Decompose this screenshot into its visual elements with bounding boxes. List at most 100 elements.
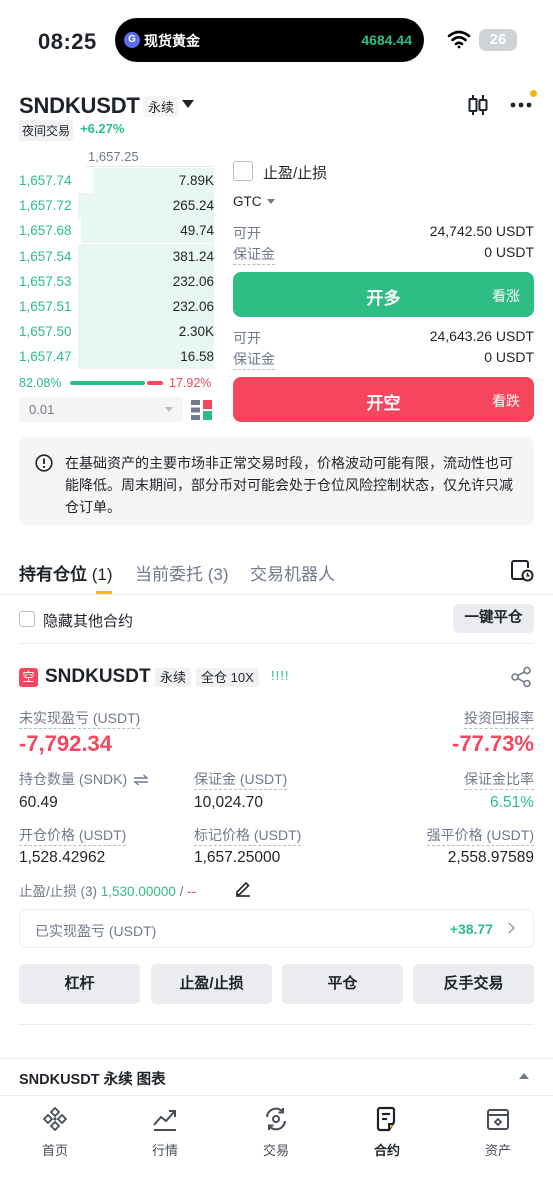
history-icon[interactable] — [510, 558, 534, 582]
entry-price-value: 1,528.42962 — [19, 849, 106, 866]
margin-ratio-label: 保证金比率 — [464, 769, 534, 790]
reverse-position-button[interactable]: 反手交易 — [413, 964, 534, 1004]
home-icon — [42, 1106, 68, 1132]
tab-positions-label: 持有仓位 — [19, 565, 87, 584]
nav-trade-label: 交易 — [262, 1143, 289, 1158]
edit-icon[interactable] — [234, 879, 252, 897]
chevron-down-icon[interactable] — [267, 199, 275, 204]
notification-dot — [530, 90, 537, 97]
orderbook-price: 1,657.74 — [19, 173, 72, 188]
orderbook-row[interactable]: 1,657.53 232.06 — [19, 268, 214, 294]
tab-trading-bots[interactable]: 交易机器人 — [250, 560, 335, 585]
more-icon[interactable] — [510, 102, 532, 108]
battery-indicator: 26 — [479, 29, 517, 51]
nav-markets[interactable]: 行情 — [110, 1096, 220, 1166]
buy-ratio: 82.08% — [19, 376, 62, 390]
unrealized-pnl-value: -7,792.34 — [19, 731, 112, 756]
bearish-label: 看跌 — [492, 393, 520, 409]
adl-indicator: !!!! — [271, 668, 290, 683]
chevron-right-icon — [503, 922, 515, 934]
chart-section-title[interactable]: SNDKUSDT 永续 图表 — [19, 1068, 166, 1089]
swap-icon[interactable] — [133, 774, 149, 786]
tab-positions[interactable]: 持有仓位 (1) — [19, 560, 113, 585]
orderbook-row[interactable]: 1,657.54 381.24 — [19, 243, 214, 269]
short-available-value: 24,643.26 USDT — [429, 328, 534, 344]
tpsl-checkbox[interactable] — [233, 161, 253, 181]
position-symbol[interactable]: SNDKUSDT — [45, 666, 151, 688]
divider — [86, 166, 214, 167]
nav-assets-label: 资产 — [484, 1143, 511, 1158]
divider — [0, 594, 553, 595]
tab-open-orders[interactable]: 当前委托 (3) — [135, 560, 229, 585]
candlestick-icon[interactable] — [467, 94, 489, 116]
nav-futures[interactable]: 合约 — [332, 1096, 442, 1166]
orderbook-price: 1,657.53 — [19, 273, 72, 289]
mark-price-label: 标记价格 (USDT) — [194, 825, 302, 846]
orderbook-quantity: 7.89K — [178, 173, 214, 188]
tpsl-label[interactable]: 止盈/止损 — [263, 162, 327, 183]
tab-open-orders-label: 当前委托 — [135, 565, 203, 584]
divider — [0, 1058, 553, 1059]
time-in-force-select[interactable]: GTC — [233, 194, 262, 209]
info-icon — [35, 454, 53, 472]
tpsl-button[interactable]: 止盈/止损 — [151, 964, 272, 1004]
chevron-down-icon — [165, 407, 173, 412]
orderbook-price: 1,657.50 — [19, 324, 72, 340]
hide-other-contracts-label[interactable]: 隐藏其他合约 — [43, 610, 133, 631]
tpsl-summary: 止盈/止损 (3) 1,530.00000 / -- — [19, 880, 196, 900]
roe-label: 投资回报率 — [464, 708, 534, 729]
tpsl-summary-label: 止盈/止损 (3) — [19, 884, 98, 899]
orderbook-price: 1,657.68 — [19, 223, 72, 239]
notice-text: 在基础资产的主要市场非正常交易时段，价格波动可能有限，流动性也可能降低。周末期间… — [65, 455, 513, 515]
wifi-icon — [447, 30, 471, 49]
nav-assets[interactable]: 资产 — [443, 1096, 553, 1166]
entry-price-label: 开仓价格 (USDT) — [19, 825, 127, 846]
contract-type-tag[interactable]: 永续 — [143, 96, 180, 117]
open-short-button[interactable]: 开空 看跌 — [233, 377, 534, 422]
orderbook-row[interactable]: 1,657.47 16.58 — [19, 344, 214, 370]
orderbook-row[interactable]: 1,657.51 232.06 — [19, 294, 214, 319]
live-activity-island[interactable]: G 现货黄金 4684.44 — [115, 18, 424, 62]
close-all-button[interactable]: 一键平仓 — [453, 604, 534, 633]
orderbook-quantity: 232.06 — [172, 273, 214, 289]
futures-icon — [376, 1106, 396, 1132]
long-margin-label: 保证金 — [233, 244, 275, 265]
mark-price-value: 1,657.25000 — [194, 849, 281, 866]
island-price: 4684.44 — [361, 32, 412, 48]
chevron-up-icon[interactable] — [519, 1073, 529, 1079]
hide-other-contracts-checkbox[interactable] — [19, 611, 35, 627]
nav-home[interactable]: 首页 — [0, 1096, 110, 1166]
chevron-down-icon[interactable] — [182, 100, 194, 108]
markets-icon — [153, 1110, 176, 1131]
orderbook-row[interactable]: 1,657.74 7.89K — [19, 168, 214, 193]
orderbook-row[interactable]: 1,657.72 265.24 — [19, 193, 214, 219]
share-icon[interactable] — [510, 666, 532, 688]
buy-ratio-bar — [70, 381, 145, 385]
island-title: 现货黄金 — [144, 33, 200, 49]
divider — [19, 1024, 534, 1025]
orderbook-quantity: 381.24 — [172, 248, 214, 264]
close-position-button[interactable]: 平仓 — [282, 964, 403, 1004]
status-time: 08:25 — [38, 29, 97, 54]
orderbook-quantity: 16.58 — [180, 349, 214, 365]
unrealized-pnl-label: 未实现盈亏 (USDT) — [19, 708, 141, 729]
realized-pnl-row[interactable]: 已实现盈亏 (USDT) +38.77 — [19, 909, 534, 948]
open-long-button[interactable]: 开多 看涨 — [233, 272, 534, 317]
symbol-title[interactable]: SNDKUSDT — [19, 93, 140, 119]
nav-trade[interactable]: 交易 — [221, 1096, 331, 1166]
book-view-icon[interactable] — [191, 400, 213, 420]
margin-ratio-value: 6.51% — [490, 794, 534, 811]
orderbook-last-price: 1,657.25 — [88, 149, 139, 164]
take-profit-value: 1,530.00000 — [100, 884, 176, 899]
nav-futures-label: 合约 — [373, 1143, 400, 1158]
short-margin-value: 0 USDT — [484, 349, 534, 365]
orderbook-quantity: 232.06 — [172, 299, 214, 314]
depth-step-select[interactable]: 0.01 — [19, 397, 183, 422]
margin-mode-leverage[interactable]: 全仓 10X — [196, 668, 259, 687]
leverage-button[interactable]: 杠杆 — [19, 964, 140, 1004]
orderbook-row[interactable]: 1,657.68 49.74 — [19, 218, 214, 244]
position-size-label[interactable]: 持仓数量 (SNDK) — [19, 769, 149, 789]
orderbook-row[interactable]: 1,657.50 2.30K — [19, 319, 214, 345]
position-contract-type: 永续 — [155, 668, 192, 687]
orderbook-quantity: 49.74 — [180, 223, 214, 239]
